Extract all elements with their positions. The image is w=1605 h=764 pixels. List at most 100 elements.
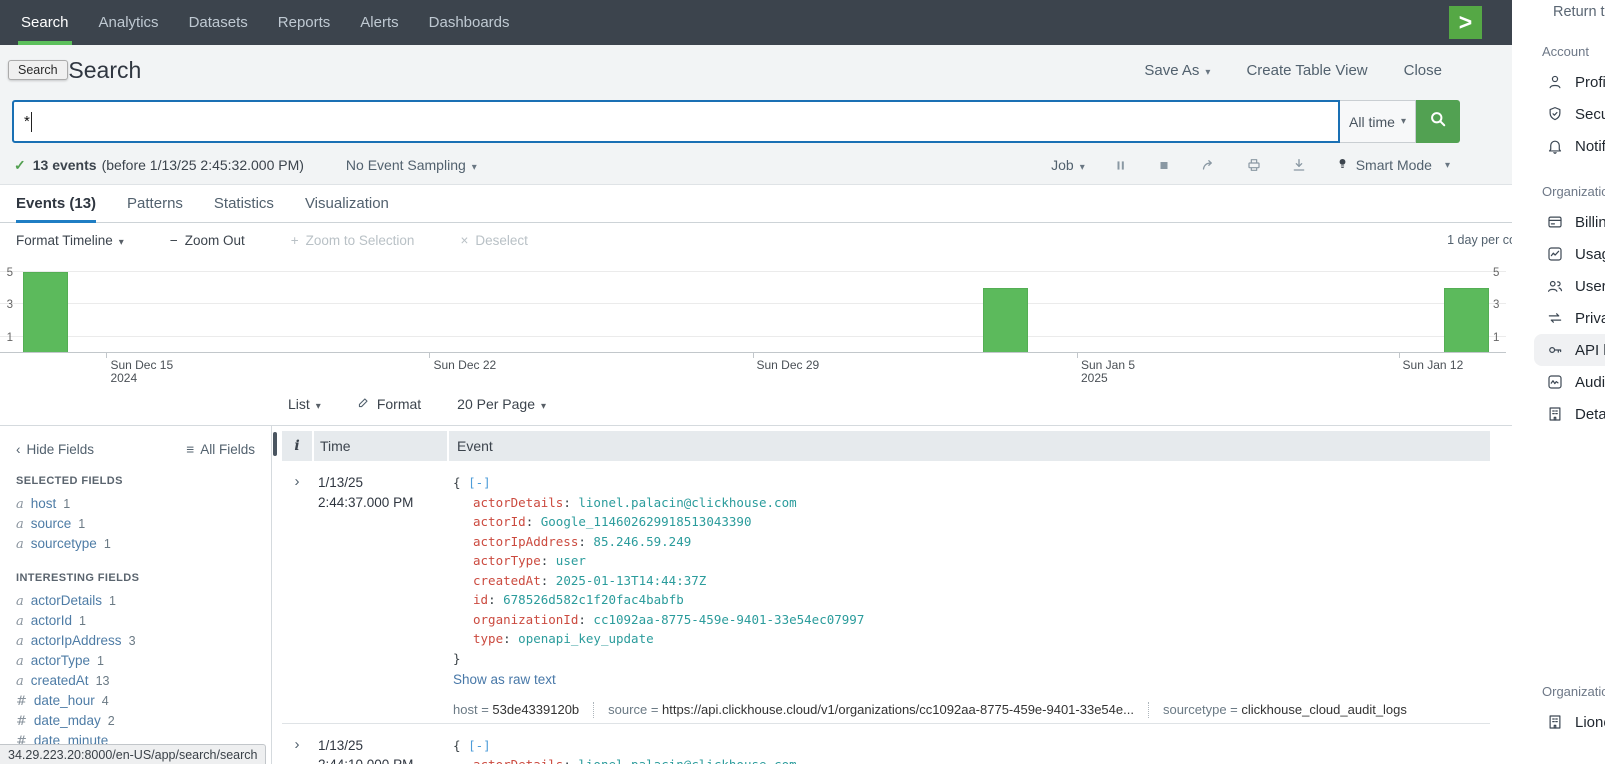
zoom-out-button[interactable]: Zoom Out: [170, 233, 245, 248]
panel-item-billing[interactable]: Billing: [1542, 206, 1605, 238]
collapse-toggle[interactable]: [-]: [468, 475, 491, 490]
panel-item-audit[interactable]: Audit: [1542, 366, 1605, 398]
json-value[interactable]: 2025-01-13T14:44:37Z: [556, 573, 707, 588]
panel-item-lionel[interactable]: Lionel: [1542, 706, 1605, 738]
print-button[interactable]: [1246, 157, 1262, 173]
share-button[interactable]: [1200, 157, 1217, 173]
stop-button[interactable]: [1157, 158, 1171, 173]
json-value[interactable]: lionel.palacin@clickhouse.com: [578, 757, 796, 764]
create-table-view-button[interactable]: Create Table View: [1246, 62, 1367, 79]
field-item-date-hour[interactable]: #date_hour4: [0, 691, 271, 711]
json-value[interactable]: user: [556, 553, 586, 568]
timeline-bar[interactable]: [23, 272, 68, 354]
show-raw-text-link[interactable]: Show as raw text: [453, 670, 1490, 690]
expand-caret-icon[interactable]: ›: [295, 473, 300, 490]
nav-item-alerts[interactable]: Alerts: [345, 0, 413, 45]
tab-events-13[interactable]: Events (13): [16, 185, 96, 222]
hide-fields-button[interactable]: ‹ Hide Fields: [16, 442, 94, 457]
json-key[interactable]: actorIpAddress: [473, 534, 578, 549]
json-key[interactable]: createdAt: [473, 573, 541, 588]
json-value[interactable]: Google_114602629918513043390: [541, 514, 752, 529]
timeline-toolbar: Format Timeline Zoom Out Zoom to Selecti…: [16, 224, 1543, 256]
nav-item-reports[interactable]: Reports: [263, 0, 346, 45]
json-key[interactable]: actorDetails: [473, 757, 563, 764]
panel-item-security[interactable]: Security: [1542, 98, 1605, 130]
zoom-to-selection-button[interactable]: Zoom to Selection: [291, 233, 415, 248]
nav-item-search[interactable]: Search: [6, 0, 84, 45]
json-key[interactable]: id: [473, 592, 488, 607]
event-sampling-dropdown[interactable]: No Event Sampling: [346, 157, 477, 173]
field-link[interactable]: date_mday: [34, 711, 101, 731]
deselect-button[interactable]: Deselect: [460, 233, 527, 248]
panel-item-users[interactable]: Users: [1542, 270, 1605, 302]
tab-visualization[interactable]: Visualization: [305, 185, 389, 222]
field-item-host[interactable]: ahost1: [0, 494, 271, 514]
search-button[interactable]: [1416, 100, 1460, 143]
field-link[interactable]: sourcetype: [31, 534, 97, 554]
field-link[interactable]: host: [31, 494, 57, 514]
field-type-prefix: a: [16, 535, 24, 555]
meta-host[interactable]: host = 53de4339120b: [453, 702, 593, 718]
per-page-dropdown[interactable]: 20 Per Page: [457, 396, 546, 412]
field-link[interactable]: date_hour: [34, 691, 95, 711]
all-fields-label: All Fields: [200, 442, 255, 457]
field-item-actordetails[interactable]: aactorDetails1: [0, 591, 271, 611]
field-link[interactable]: source: [31, 514, 72, 534]
splunk-logo[interactable]: >: [1449, 6, 1482, 39]
nav-item-dashboards[interactable]: Dashboards: [414, 0, 525, 45]
list-view-dropdown[interactable]: List: [288, 396, 321, 412]
format-timeline-dropdown[interactable]: Format Timeline: [16, 233, 124, 248]
export-button[interactable]: [1291, 157, 1307, 173]
panel-item-usage[interactable]: Usage: [1542, 238, 1605, 270]
json-key[interactable]: organizationId: [473, 612, 578, 627]
panel-item-profile[interactable]: Profile: [1542, 66, 1605, 98]
tab-statistics[interactable]: Statistics: [214, 185, 274, 222]
timeline-bar[interactable]: [983, 288, 1028, 353]
json-key[interactable]: type: [473, 631, 503, 646]
tab-patterns[interactable]: Patterns: [127, 185, 183, 222]
panel-item-api-keys[interactable]: API keys: [1534, 334, 1605, 366]
meta-source[interactable]: source = https://api.clickhouse.cloud/v1…: [593, 702, 1148, 718]
search-mode-dropdown[interactable]: Smart Mode: [1336, 156, 1450, 174]
field-item-createdat[interactable]: acreatedAt13: [0, 671, 271, 691]
save-as-button[interactable]: Save As: [1144, 62, 1210, 79]
nav-item-analytics[interactable]: Analytics: [84, 0, 174, 45]
scrollbar-thumb[interactable]: [273, 432, 277, 456]
panel-item-details[interactable]: Details: [1542, 398, 1605, 430]
event-clock: 2:44:10.000 PM: [318, 755, 445, 764]
field-item-actortype[interactable]: aactorType1: [0, 651, 271, 671]
panel-item-notifications[interactable]: Notifications: [1542, 130, 1605, 162]
field-link[interactable]: actorType: [31, 651, 90, 671]
field-link[interactable]: createdAt: [31, 671, 89, 691]
field-item-actorid[interactable]: aactorId1: [0, 611, 271, 631]
field-item-sourcetype[interactable]: asourcetype1: [0, 534, 271, 554]
field-item-source[interactable]: asource1: [0, 514, 271, 534]
close-button[interactable]: Close: [1404, 62, 1442, 79]
collapse-toggle[interactable]: [-]: [468, 738, 491, 753]
timeline-bar[interactable]: [1444, 288, 1489, 353]
field-item-actoripaddress[interactable]: aactorIpAddress3: [0, 631, 271, 651]
field-item-date-mday[interactable]: #date_mday2: [0, 711, 271, 731]
json-key[interactable]: actorDetails: [473, 495, 563, 510]
nav-item-datasets[interactable]: Datasets: [174, 0, 263, 45]
field-link[interactable]: actorDetails: [31, 591, 102, 611]
meta-sourcetype[interactable]: sourcetype = clickhouse_cloud_audit_logs: [1148, 702, 1421, 718]
field-link[interactable]: actorId: [31, 611, 72, 631]
json-value[interactable]: cc1092aa-8775-459e-9401-33e54ec07997: [593, 612, 864, 627]
json-value[interactable]: openapi_key_update: [518, 631, 653, 646]
json-key[interactable]: actorId: [473, 514, 526, 529]
pause-button[interactable]: [1114, 158, 1128, 173]
json-key[interactable]: actorType: [473, 553, 541, 568]
panel-item-private[interactable]: Private: [1542, 302, 1605, 334]
format-button[interactable]: Format: [357, 396, 421, 412]
field-link[interactable]: actorIpAddress: [31, 631, 122, 651]
json-value[interactable]: 85.246.59.249: [593, 534, 691, 549]
all-fields-button[interactable]: ≡ All Fields: [186, 442, 255, 457]
search-input[interactable]: *: [12, 100, 1340, 143]
json-value[interactable]: 678526d582c1f20fac4babfb: [503, 592, 684, 607]
time-range-dropdown[interactable]: All time: [1340, 100, 1416, 143]
return-link[interactable]: Return to: [1553, 4, 1605, 20]
expand-caret-icon[interactable]: ›: [295, 736, 300, 753]
json-value[interactable]: lionel.palacin@clickhouse.com: [578, 495, 796, 510]
job-dropdown[interactable]: Job: [1051, 157, 1085, 173]
